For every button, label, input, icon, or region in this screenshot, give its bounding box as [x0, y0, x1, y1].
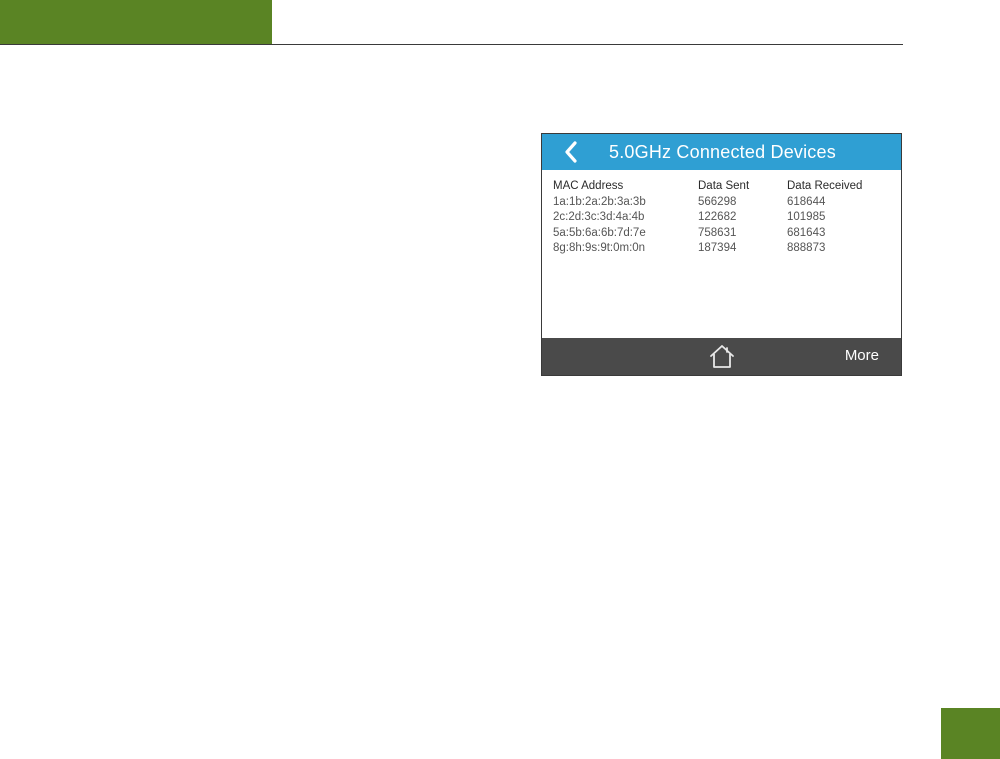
- data-received-cell: 618644: [787, 195, 826, 208]
- column-header-mac-address: MAC Address: [553, 180, 624, 192]
- page-corner-tab: [941, 708, 1000, 759]
- header-divider: [0, 44, 903, 45]
- table-row: 1a:1b:2a:2b:3a:3b 566298 618644: [553, 195, 887, 211]
- column-header-data-received: Data Received: [787, 180, 863, 192]
- table-row: 8g:8h:9s:9t:0m:0n 187394 888873: [553, 241, 887, 257]
- data-sent-cell: 122682: [698, 211, 737, 223]
- manual-page: 5.0GHz Connected Devices MAC Address Dat…: [0, 0, 1000, 759]
- mac-address-cell: 8g:8h:9s:9t:0m:0n: [553, 242, 646, 254]
- connected-devices-screen: 5.0GHz Connected Devices MAC Address Dat…: [541, 133, 902, 376]
- chevron-left-icon: [565, 141, 577, 163]
- mac-address-cell: 5a:5b:6a:6b:7d:7e: [553, 226, 646, 239]
- data-received-cell: 681643: [787, 226, 826, 239]
- data-received-cell: 101985: [787, 211, 826, 223]
- table-row: 2c:2d:3c:3d:4a:4b 122682 101985: [553, 210, 887, 226]
- data-sent-cell: 566298: [698, 195, 737, 208]
- data-received-cell: 888873: [787, 242, 826, 254]
- table-row: 5a:5b:6a:6b:7d:7e 758631 681643: [553, 226, 887, 242]
- data-sent-cell: 187394: [698, 242, 737, 254]
- home-button[interactable]: [709, 344, 735, 369]
- bottom-nav-bar: More: [542, 338, 901, 375]
- table-header-row: MAC Address Data Sent Data Received: [553, 179, 887, 195]
- mac-address-cell: 1a:1b:2a:2b:3a:3b: [553, 195, 646, 208]
- home-icon: [710, 345, 734, 368]
- data-sent-cell: 758631: [698, 226, 737, 239]
- column-header-data-sent: Data Sent: [698, 180, 750, 192]
- devices-table: MAC Address Data Sent Data Received 1a:1…: [553, 179, 887, 257]
- title-bar: 5.0GHz Connected Devices: [542, 134, 901, 170]
- header-tab: [0, 0, 272, 44]
- screen-title: 5.0GHz Connected Devices: [609, 142, 836, 162]
- more-button[interactable]: More: [845, 347, 879, 365]
- mac-address-cell: 2c:2d:3c:3d:4a:4b: [553, 211, 645, 223]
- back-button[interactable]: [560, 140, 584, 164]
